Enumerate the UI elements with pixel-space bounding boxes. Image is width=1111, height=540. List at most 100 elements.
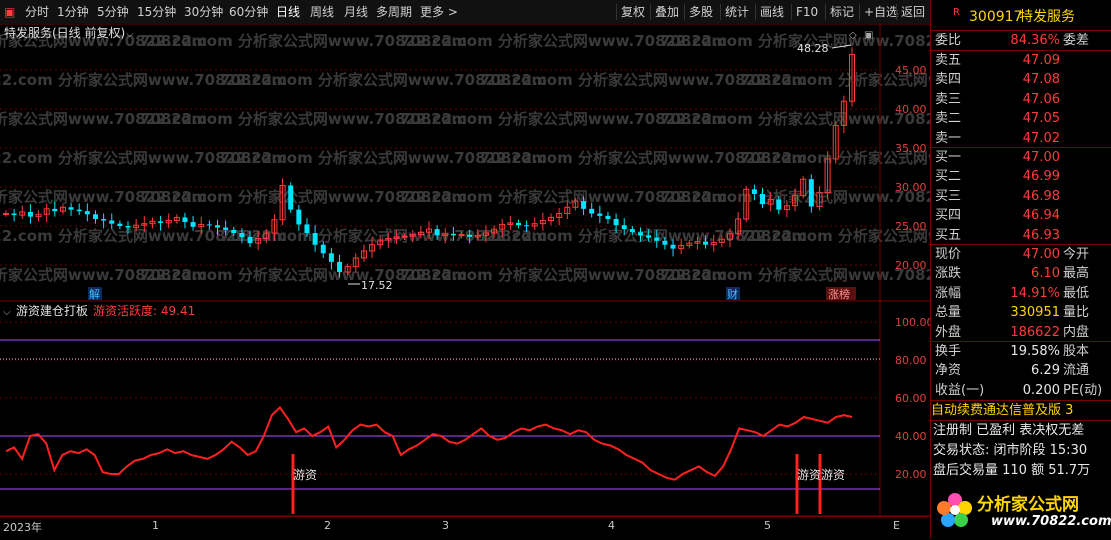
stat2-row-label2: 股本: [1063, 344, 1090, 359]
main-chart-title: 特发服务(日线 前复权): [4, 25, 125, 40]
candle-body: [638, 232, 643, 236]
stock-code: 300917: [969, 9, 1023, 25]
draw-line-button[interactable]: 画线: [755, 4, 784, 20]
chart-area[interactable]: 70822.com 分析家公式网www.70822.com 70822.com 分…: [0, 24, 930, 516]
more-menu[interactable]: 更多 >: [420, 4, 458, 20]
stat-row-label2: 最高: [1063, 266, 1090, 282]
marker-jie[interactable]: 解: [89, 287, 100, 301]
candle-body: [182, 217, 188, 223]
period-tab-fenshi[interactable]: 分时: [25, 4, 49, 20]
stat2-row-label: 净资: [935, 363, 962, 379]
candle-body: [776, 199, 782, 210]
candle-body: [467, 234, 473, 237]
candle-body: [670, 244, 676, 249]
period-tab-30min[interactable]: 30分钟: [184, 4, 223, 20]
sell-level-5: 卖五 47.09: [931, 51, 1111, 70]
back-button[interactable]: 返回: [896, 4, 925, 20]
period-tab-weekly[interactable]: 周线: [310, 4, 334, 20]
period-tab-daily[interactable]: 日线: [276, 4, 300, 20]
stat-row-value: 14.91%: [1010, 285, 1060, 301]
buy-level-3-label: 买三: [935, 188, 962, 204]
stat-row: 涨跌 6.10 最高: [931, 264, 1111, 283]
watermark-text: 70822.com 分析家公式网www.70822.com: [660, 110, 930, 128]
buy-level-5-label: 买五: [935, 227, 962, 243]
stat-row-value: 186622: [1010, 324, 1060, 340]
stat2-row-label: 换手: [935, 344, 962, 359]
window-icon[interactable]: ▣: [864, 30, 873, 41]
period-tab-5min[interactable]: 5分钟: [97, 4, 129, 20]
buy-level-1-value: 47.00: [1022, 150, 1060, 165]
candle-body: [450, 233, 456, 236]
period-tab-multi[interactable]: 多周期: [376, 4, 412, 20]
sell-level-2-label: 卖二: [935, 111, 962, 127]
candle-body: [320, 244, 326, 254]
fuquan-button[interactable]: 复权: [616, 4, 645, 20]
watermark-text: 70822.com 分析家公式网www.70822.com: [660, 32, 930, 50]
y-tick: 35.00: [895, 142, 927, 155]
stat-row-label2: 量比: [1063, 305, 1090, 321]
stock-name: 特发服务: [1019, 9, 1075, 25]
y-tick: 25.00: [895, 220, 927, 233]
candle-body: [92, 214, 98, 219]
marker-cai[interactable]: 财: [727, 287, 738, 301]
stat-row-label2: 今开: [1063, 247, 1090, 262]
collapse-icon[interactable]: ⌵: [3, 307, 11, 318]
stat-row-label: 涨幅: [935, 285, 962, 301]
period-tab-15min[interactable]: 15分钟: [137, 4, 176, 20]
period-tab-1min[interactable]: 1分钟: [57, 4, 89, 20]
statistics-button[interactable]: 统计: [720, 4, 749, 20]
candle-body: [76, 209, 82, 212]
buy-level-2-label: 买二: [935, 169, 962, 185]
candle-body: [337, 261, 343, 273]
stat-row-value: 330951: [1010, 305, 1060, 321]
info-line-1: 注册制 已盈利 表决权无差: [933, 423, 1085, 438]
multi-stock-button[interactable]: 多股: [684, 4, 713, 20]
candle-body: [605, 215, 611, 219]
y-tick: 20.00: [895, 259, 927, 272]
mark-button[interactable]: 标记: [825, 4, 854, 20]
marker-zhangbang[interactable]: 涨榜: [828, 287, 850, 301]
candle-body: [458, 234, 465, 237]
signal-bar: [291, 454, 295, 514]
candle-body: [84, 211, 90, 215]
low-price-label: 17.52: [361, 279, 393, 292]
signal-label-1: 游资: [293, 468, 317, 482]
candle-body: [52, 208, 58, 212]
info-line-3: 盘后交易量 110 额 51.7万: [933, 463, 1091, 478]
chevron-down-icon[interactable]: ⌵: [126, 29, 134, 40]
candle-body: [760, 194, 766, 205]
stat-row-value: 6.10: [1031, 266, 1060, 282]
overlay-button[interactable]: 叠加: [650, 4, 679, 20]
x-label: E: [893, 519, 900, 532]
logo-url: www.70822.com: [991, 514, 1111, 529]
candle-body: [11, 213, 17, 216]
candle-body: [117, 223, 123, 226]
high-price-label: 48.28: [797, 42, 829, 55]
activity-line: [5, 405, 853, 481]
add-watchlist-button[interactable]: +自选: [859, 4, 898, 20]
period-tab-60min[interactable]: 60分钟: [229, 4, 268, 20]
f10-button[interactable]: F10: [791, 4, 818, 20]
candle-body: [328, 253, 334, 262]
stat-row-label: 涨跌: [935, 266, 962, 282]
buy-level-1-label: 买一: [935, 150, 962, 165]
buy-level-5-value: 46.93: [1022, 227, 1060, 243]
candle-body: [629, 229, 635, 233]
stat-row-label: 外盘: [935, 324, 962, 340]
sell-level-2: 卖二 47.05: [931, 109, 1111, 128]
sell-level-4-label: 卖四: [935, 72, 962, 88]
stat2-row: 净资 6.29 流通: [931, 361, 1111, 380]
indicator-y-axis: 100.00 80.00 60.00 40.00 20.00: [895, 316, 930, 481]
weibi-label: 委比: [935, 33, 962, 48]
candle-body: [223, 227, 229, 230]
period-tab-monthly[interactable]: 月线: [344, 4, 368, 20]
menu-icon[interactable]: ▣: [4, 4, 15, 20]
notice-line[interactable]: 自动续费通达信普及版 3: [931, 401, 1111, 420]
candle-body: [703, 241, 709, 245]
stock-header: R 300917 特发服务: [931, 6, 1111, 28]
sell-level-1-label: 卖一: [935, 130, 962, 146]
y-tick: 40.00: [895, 430, 927, 443]
stat-row-value: 47.00: [1022, 247, 1060, 262]
stat2-row-value: 19.58%: [1010, 344, 1060, 359]
candle-body: [101, 218, 107, 221]
